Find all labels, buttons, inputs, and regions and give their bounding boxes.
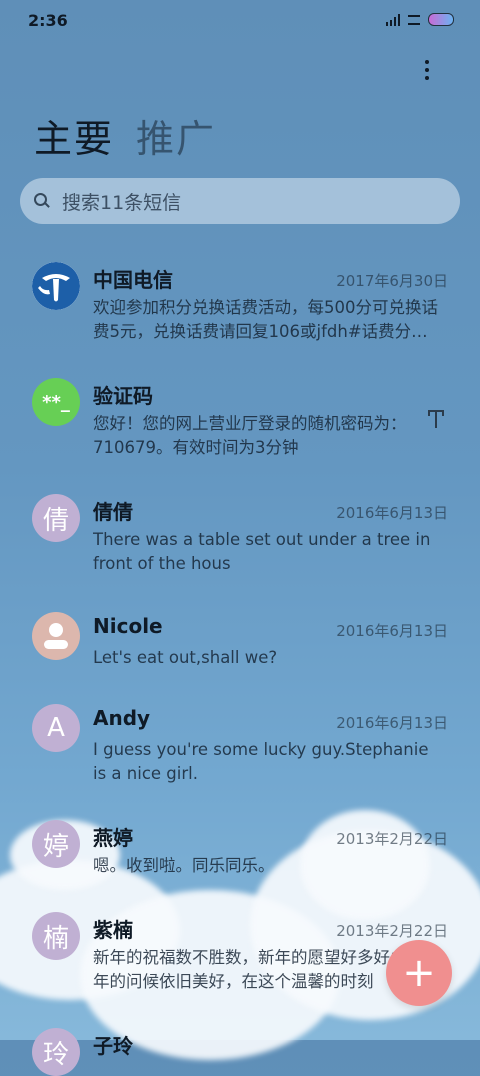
conversation-item[interactable]: **_ 验证码 您好！您的网上营业厅登录的随机密码为：710679。有效时间为3…: [0, 356, 480, 466]
contact-name: 倩倩: [93, 500, 133, 524]
contact-name: 燕婷: [93, 826, 133, 850]
contact-avatar: A: [32, 704, 80, 752]
china-telecom-logo-icon: [32, 262, 80, 310]
tab-promotions[interactable]: 推广: [136, 108, 216, 163]
message-date: 2017年6月30日: [336, 272, 448, 290]
status-bar: 2:36: [0, 0, 480, 40]
status-icons: [386, 13, 454, 26]
message-date: 2016年6月13日: [336, 714, 448, 732]
pin-icon: [428, 408, 444, 430]
conversation-item[interactable]: 玲 子玲: [0, 1006, 480, 1076]
message-preview: I guess you're some lucky guy.Stephanie …: [93, 740, 429, 783]
signal-icon: [386, 13, 400, 26]
more-options-button[interactable]: [410, 55, 444, 85]
search-bar[interactable]: 搜索11条短信: [20, 178, 460, 224]
tab-primary[interactable]: 主要: [34, 108, 114, 163]
contact-name: Andy: [93, 706, 151, 730]
new-message-button[interactable]: +: [386, 940, 452, 1006]
message-preview: Let's eat out,shall we?: [93, 648, 278, 667]
conversation-item[interactable]: Nicole 2016年6月13日 Let's eat out,shall we…: [0, 590, 480, 680]
message-date: 2016年6月13日: [336, 622, 448, 640]
message-preview: There was a table set out under a tree i…: [93, 530, 431, 573]
battery-icon: [428, 13, 454, 26]
person-icon: [32, 612, 80, 660]
message-date: 2013年2月22日: [336, 830, 448, 848]
tab-bar: 主要 推广: [34, 108, 216, 163]
conversation-item[interactable]: 倩 倩倩 2016年6月13日 There was a table set ou…: [0, 472, 480, 582]
verification-avatar: **_: [32, 378, 80, 426]
search-placeholder: 搜索11条短信: [62, 191, 182, 214]
conversation-item[interactable]: 中国电信 2017年6月30日 欢迎参加积分兑换话费活动，每500分可兑换话费5…: [0, 240, 480, 350]
message-preview: 您好！您的网上营业厅登录的随机密码为：710679。有效时间为3分钟: [93, 414, 407, 457]
contact-avatar: 婷: [32, 820, 80, 868]
search-icon: [34, 193, 50, 209]
conversation-item[interactable]: A Andy 2016年6月13日 I guess you're some lu…: [0, 682, 480, 792]
status-time: 2:36: [28, 11, 68, 30]
contact-avatar: 楠: [32, 912, 80, 960]
contact-avatar: 玲: [32, 1028, 80, 1076]
contact-name: 验证码: [93, 384, 153, 408]
contact-name: 紫楠: [93, 918, 133, 942]
conversation-item[interactable]: 婷 燕婷 2013年2月22日 嗯。收到啦。同乐同乐。: [0, 798, 480, 888]
contact-avatar: 倩: [32, 494, 80, 542]
notification-icon: [408, 14, 420, 25]
message-date: 2016年6月13日: [336, 504, 448, 522]
message-preview: 欢迎参加积分兑换话费活动，每500分可兑换话费5元，兑换话费请回复106或jfd…: [93, 298, 438, 341]
contact-name: Nicole: [93, 614, 163, 638]
more-dots-icon: [425, 60, 429, 64]
message-preview: 嗯。收到啦。同乐同乐。: [93, 856, 275, 875]
contact-name: 中国电信: [93, 268, 173, 292]
contact-name: 子玲: [93, 1034, 133, 1058]
message-date: 2013年2月22日: [336, 922, 448, 940]
